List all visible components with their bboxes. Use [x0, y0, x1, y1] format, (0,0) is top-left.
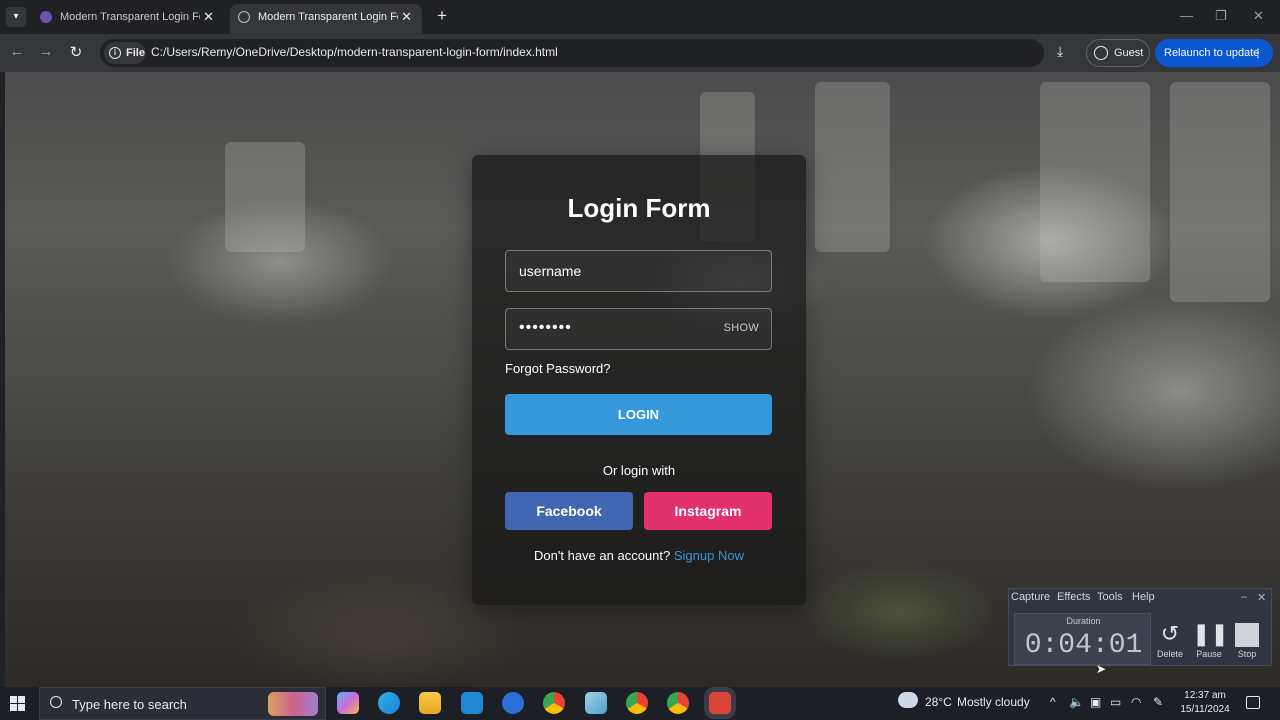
- screen-recorder-panel: Capture Effects Tools Help – ✕ Duration …: [1008, 588, 1272, 666]
- back-icon[interactable]: ←: [8, 43, 26, 60]
- pen-icon[interactable]: ✎: [1153, 695, 1163, 709]
- recorder-menu-tools[interactable]: Tools: [1097, 591, 1123, 603]
- search-highlight-art-icon: [268, 692, 318, 716]
- forward-icon[interactable]: →: [37, 43, 55, 60]
- background-window: [1170, 82, 1270, 302]
- url-text: C:/Users/Remy/OneDrive/Desktop/modern-tr…: [151, 45, 558, 59]
- profile-label: Guest: [1114, 47, 1144, 59]
- login-button[interactable]: LOGIN: [505, 394, 772, 435]
- tab-1[interactable]: Modern Transparent Login Form ✕: [32, 4, 224, 34]
- background-window: [815, 82, 890, 252]
- tab-1-close-icon[interactable]: ✕: [203, 4, 214, 30]
- chrome-icon[interactable]: [626, 692, 648, 714]
- recorder-menu-effects[interactable]: Effects: [1057, 591, 1090, 603]
- clock-date: 15/11/2024: [1180, 704, 1230, 715]
- signup-line: Don't have an account? Signup Now: [472, 548, 806, 563]
- duration-label: Duration: [1066, 616, 1101, 626]
- username-value: username: [519, 263, 582, 279]
- tab-1-title: Modern Transparent Login Form: [60, 11, 200, 23]
- background-window: [1040, 82, 1150, 282]
- stop-button[interactable]: Stop: [1230, 621, 1264, 659]
- mouse-cursor-icon: ➤: [1096, 662, 1107, 676]
- info-icon: i: [109, 47, 121, 59]
- or-login-with-text: Or login with: [602, 463, 676, 478]
- search-icon: [50, 696, 62, 708]
- wifi-icon[interactable]: ◠: [1131, 695, 1141, 709]
- signup-link[interactable]: Signup Now: [674, 548, 744, 563]
- defender-icon[interactable]: ▣: [1090, 695, 1101, 709]
- profile-button[interactable]: Guest: [1086, 39, 1150, 67]
- site-info-chip[interactable]: i File: [104, 42, 146, 64]
- restore-icon[interactable]: ❐: [1215, 8, 1227, 24]
- taskbar-search[interactable]: Type here to search: [39, 687, 326, 720]
- person-icon: [1094, 46, 1108, 60]
- globe-favicon-icon: [238, 11, 250, 23]
- stop-label: Stop: [1237, 649, 1257, 659]
- notepad-icon[interactable]: [585, 692, 607, 714]
- tab-2[interactable]: Modern Transparent Login Form ✕: [230, 4, 422, 34]
- recorder-menu-capture[interactable]: Capture: [1011, 591, 1050, 603]
- recorder-close-icon[interactable]: ✕: [1257, 591, 1266, 604]
- weather-temp[interactable]: 28°C: [925, 695, 952, 709]
- browser-toolbar: ← → ↻ i File C:/Users/Remy/OneDrive/Desk…: [0, 34, 1280, 72]
- edge-icon[interactable]: [378, 692, 400, 714]
- windows-taskbar: Type here to search 28°C Mostly cloudy ^…: [0, 687, 1280, 720]
- battery-icon[interactable]: ▭: [1110, 695, 1121, 709]
- password-field[interactable]: •••••••• SHOW: [505, 308, 772, 350]
- show-password-toggle[interactable]: SHOW: [724, 322, 759, 334]
- instagram-button[interactable]: Instagram: [644, 492, 772, 530]
- relaunch-label: Relaunch to update: [1164, 47, 1260, 59]
- new-tab-button[interactable]: +: [432, 6, 452, 26]
- signup-prompt: Don't have an account?: [534, 548, 671, 563]
- chrome-icon[interactable]: [543, 692, 565, 714]
- login-title: Login Form: [567, 193, 711, 223]
- background-window: [225, 142, 305, 252]
- taskbar-clock[interactable]: 12:37 am 15/11/2024: [1174, 689, 1236, 717]
- username-field[interactable]: username: [505, 250, 772, 292]
- tab-bar: ▾ Modern Transparent Login Form ✕ Modern…: [0, 0, 1280, 34]
- clock-time: 12:37 am: [1184, 690, 1226, 701]
- delete-button[interactable]: ↺ Delete: [1153, 621, 1187, 659]
- weather-cloud-icon: [898, 692, 918, 708]
- recorder-menu-help[interactable]: Help: [1132, 591, 1155, 603]
- minimize-icon[interactable]: —: [1180, 8, 1193, 23]
- login-card: Login Form username •••••••• SHOW Forgot…: [472, 155, 806, 605]
- address-bar[interactable]: i File C:/Users/Remy/OneDrive/Desktop/mo…: [100, 39, 1044, 67]
- undo-icon: ↺: [1160, 621, 1180, 646]
- forgot-password-link[interactable]: Forgot Password?: [505, 361, 611, 376]
- app-store-icon[interactable]: [502, 692, 524, 714]
- volume-icon[interactable]: 🔈: [1069, 695, 1084, 709]
- viewport-edge: [0, 72, 5, 687]
- windows-start-icon[interactable]: [10, 696, 26, 712]
- download-icon[interactable]: ⤓: [1057, 43, 1063, 60]
- password-value: ••••••••: [519, 319, 572, 336]
- chrome-icon[interactable]: [667, 692, 689, 714]
- stop-icon: [1235, 623, 1259, 647]
- scheme-label: File: [126, 47, 145, 59]
- duration-display: Duration 0:04:01: [1014, 613, 1151, 665]
- vscode-icon[interactable]: [461, 692, 483, 714]
- tab-2-title: Modern Transparent Login Form: [258, 11, 398, 23]
- delete-label: Delete: [1156, 649, 1183, 659]
- recorder-minimize-icon[interactable]: –: [1241, 591, 1247, 603]
- recorder-icon[interactable]: [709, 692, 731, 714]
- copilot-icon[interactable]: [337, 692, 359, 714]
- window-close-icon[interactable]: ✕: [1253, 8, 1264, 24]
- facebook-button[interactable]: Facebook: [505, 492, 633, 530]
- vite-favicon-icon: [40, 11, 52, 23]
- tray-chevron-up-icon[interactable]: ^: [1050, 695, 1056, 709]
- pause-label: Pause: [1196, 649, 1222, 659]
- tab-search-button[interactable]: ▾: [6, 7, 26, 27]
- reload-icon[interactable]: ↻: [67, 43, 85, 61]
- weather-text[interactable]: Mostly cloudy: [957, 695, 1030, 709]
- duration-value: 0:04:01: [1024, 630, 1143, 661]
- file-explorer-icon[interactable]: [419, 692, 441, 714]
- relaunch-button[interactable]: Relaunch to update ⋮: [1155, 39, 1273, 67]
- more-vert-icon[interactable]: ⋮: [1252, 39, 1264, 67]
- pause-icon: ❚❚: [1192, 621, 1229, 646]
- tab-2-close-icon[interactable]: ✕: [401, 4, 412, 30]
- search-placeholder: Type here to search: [72, 697, 187, 712]
- pause-button[interactable]: ❚❚ Pause: [1192, 621, 1229, 659]
- notification-icon[interactable]: [1246, 696, 1260, 709]
